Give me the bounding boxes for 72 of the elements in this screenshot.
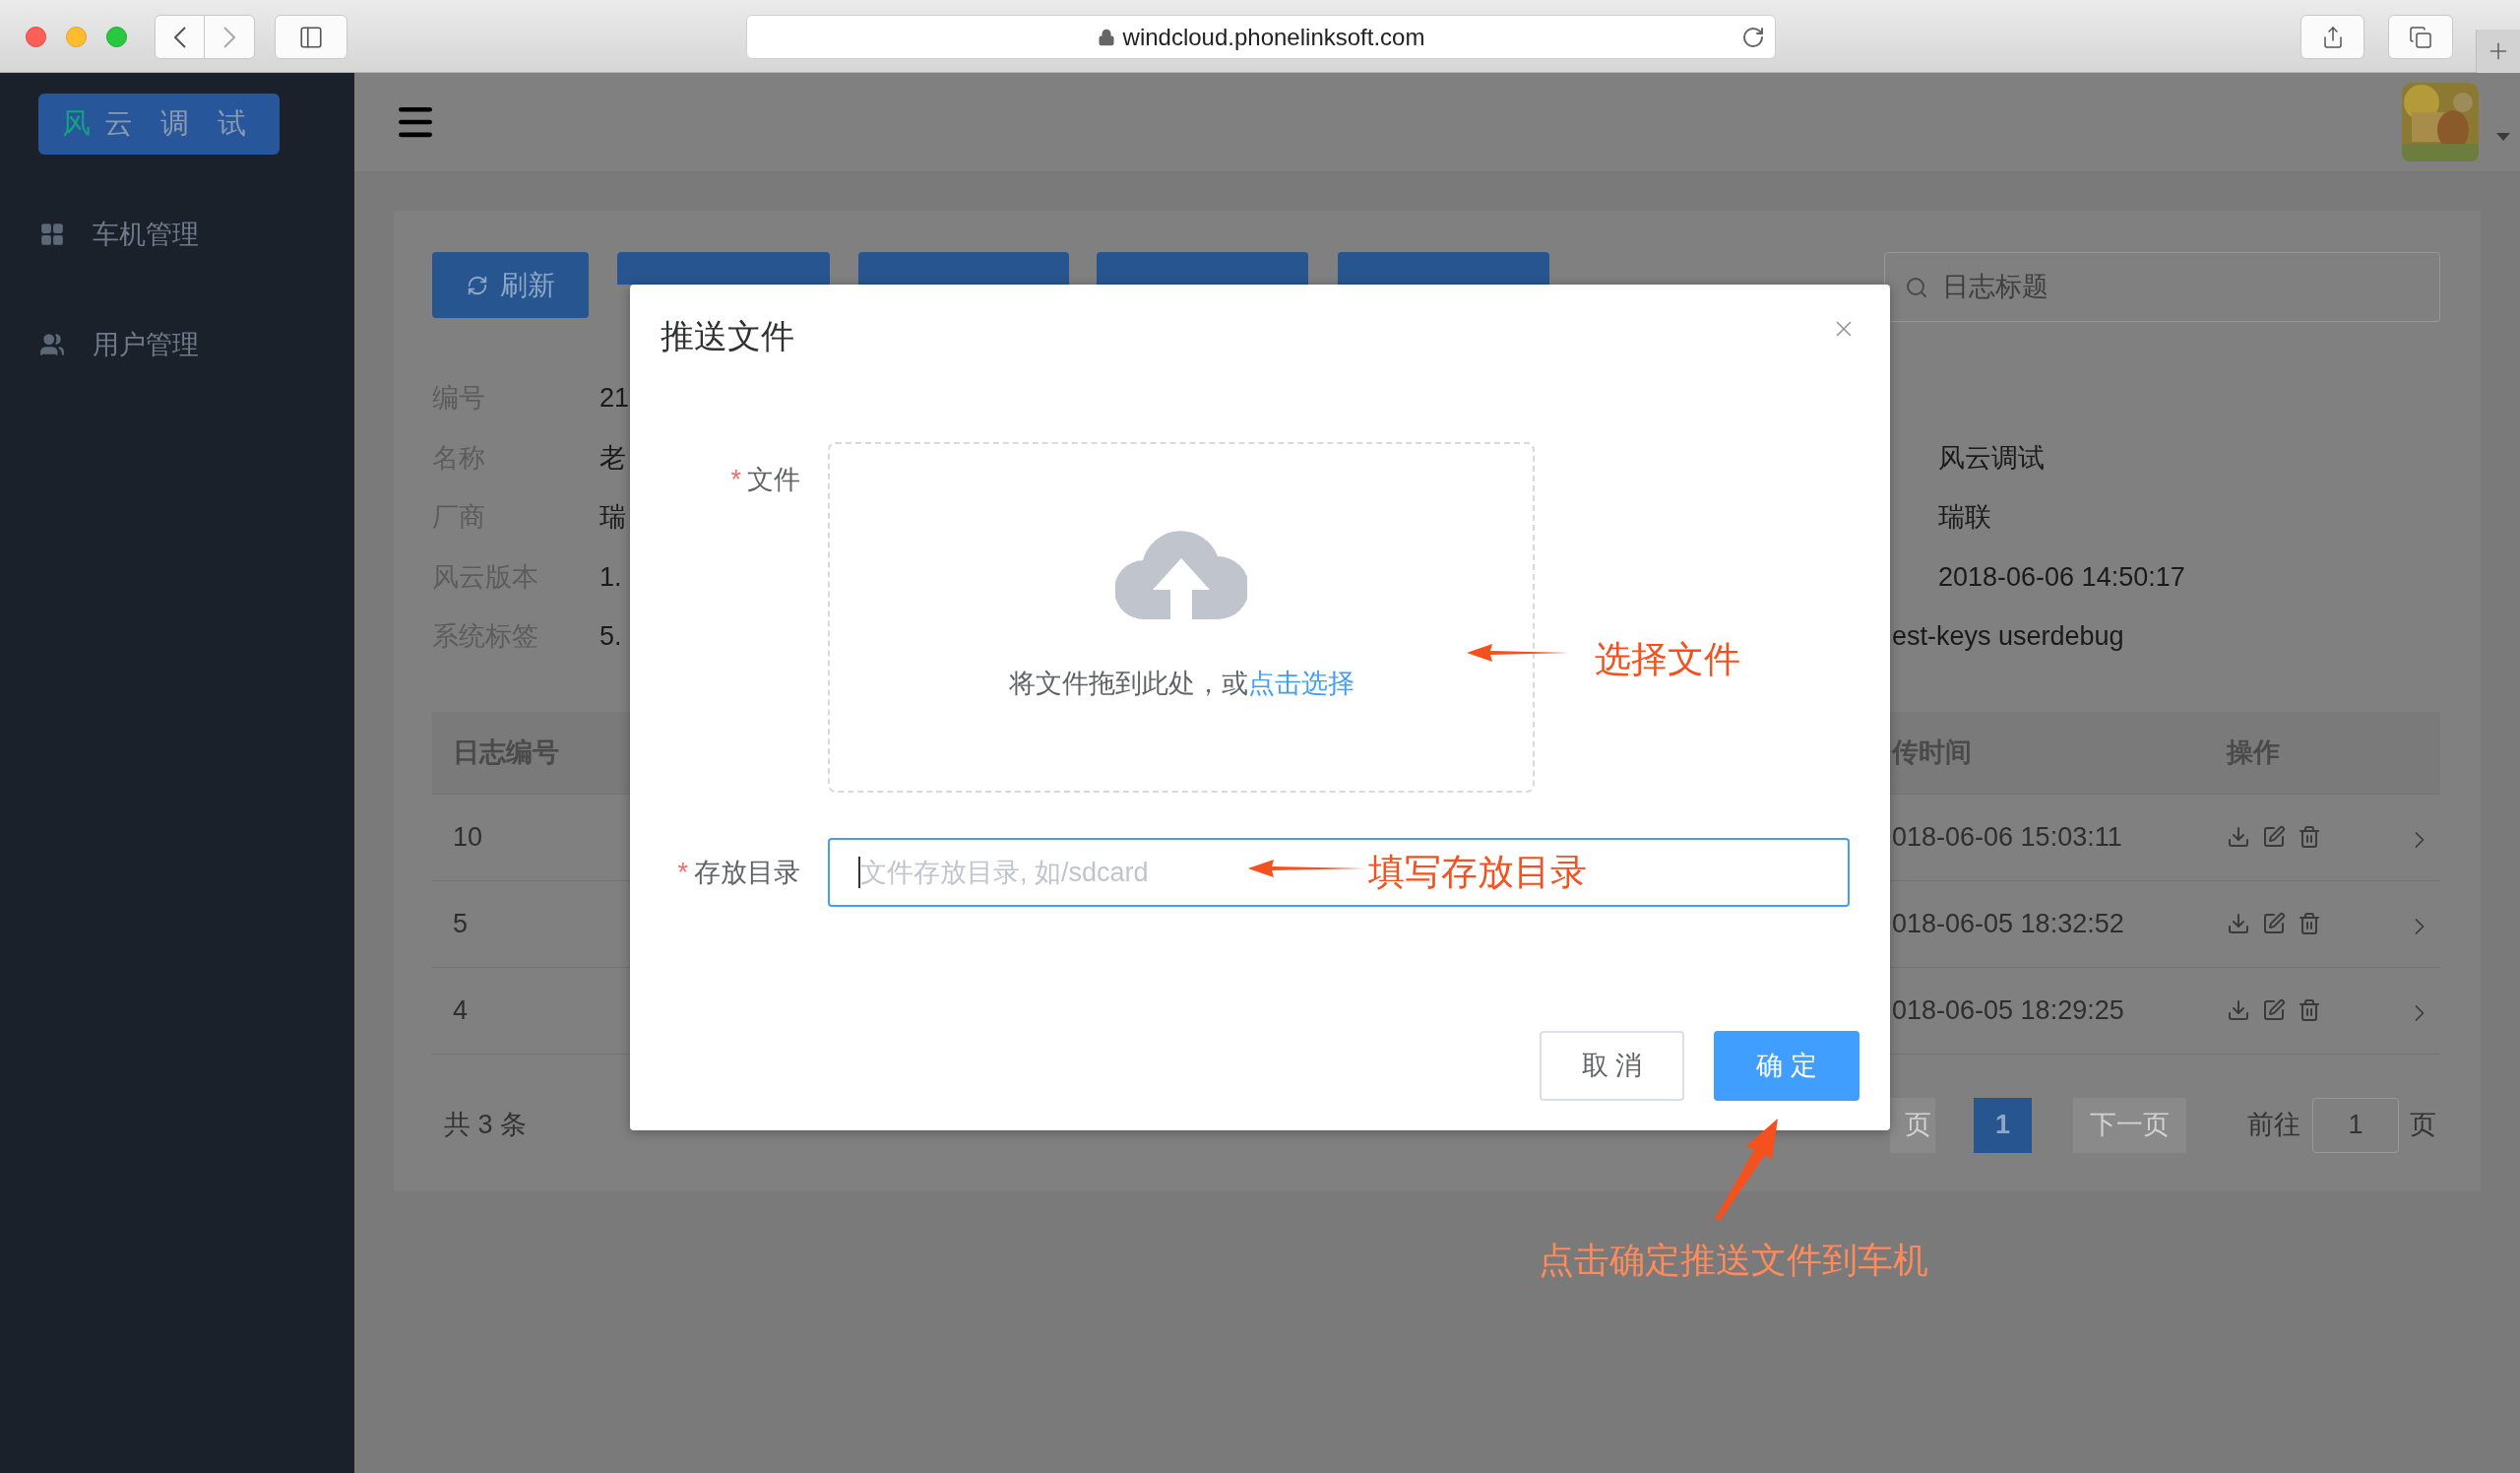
tabs-button[interactable] <box>2388 15 2453 59</box>
cancel-button[interactable]: 取 消 <box>1540 1031 1684 1101</box>
goto-label: 前往 <box>2247 1109 2300 1142</box>
edit-icon[interactable] <box>2262 998 2286 1022</box>
required-mark: * <box>730 464 741 496</box>
page-number-field[interactable]: 1 <box>2312 1097 2399 1153</box>
page-suffix: 页 <box>2410 1109 2436 1142</box>
field-label: 文件 <box>747 464 800 496</box>
refresh-button[interactable]: 刷新 <box>432 252 589 318</box>
logo-text-accent: 风 <box>62 106 92 142</box>
field-label: 存放目录 <box>694 856 800 889</box>
url-text: windcloud.phonelinksoft.com <box>1122 22 1425 52</box>
edit-icon[interactable] <box>2262 825 2286 849</box>
page-button[interactable]: 1 <box>1974 1097 2032 1153</box>
trash-icon[interactable] <box>2298 998 2321 1022</box>
search-field[interactable]: 日志标题 <box>1884 252 2440 322</box>
lock-icon <box>1097 28 1115 46</box>
address-bar[interactable]: windcloud.phonelinksoft.com <box>746 15 1776 59</box>
info-value: 风云调试 <box>1938 441 2045 475</box>
total-count: 共 3 条 <box>444 1110 528 1140</box>
users-icon <box>39 332 65 357</box>
sidebar-item[interactable]: 车机管理 <box>0 179 354 289</box>
tabs-icon <box>2409 25 2432 49</box>
search-icon <box>1905 275 1928 299</box>
table-cell-text: 018-06-05 18:32:52 <box>1892 907 2124 940</box>
logo-text: 云 调 试 <box>104 106 256 142</box>
download-icon[interactable] <box>2227 825 2250 849</box>
table-cell-text: 10 <box>452 820 483 854</box>
previous-page-button[interactable]: 页 <box>1890 1097 1935 1153</box>
info-value: 瑞联 <box>1938 501 1991 534</box>
sidebar-icon <box>298 24 324 50</box>
download-icon[interactable] <box>2227 998 2250 1022</box>
next-page-button[interactable]: 下一页 <box>2073 1097 2186 1153</box>
sidebar-toggle-button[interactable] <box>275 15 347 59</box>
chevron-left-icon <box>173 26 186 48</box>
logo-badge[interactable]: 风 云 调 试 <box>38 94 280 155</box>
info-value: 1. <box>599 560 622 594</box>
dialog-title: 推送文件 <box>661 315 794 356</box>
sidebar-item[interactable]: 用户管理 <box>0 289 354 400</box>
grid-icon <box>39 222 65 247</box>
table-cell-text: 018-06-06 15:03:11 <box>1892 820 2122 854</box>
trash-icon[interactable] <box>2298 912 2321 935</box>
upload-hint: 将文件拖到此处，或点击选择 <box>1008 668 1354 700</box>
refresh-icon <box>466 274 488 296</box>
info-value: est-keys userdebug <box>1892 620 2124 653</box>
annotation-text: 填写存放目录 <box>1368 851 1587 894</box>
caret-icon[interactable] <box>2496 133 2510 141</box>
share-button[interactable] <box>2300 15 2364 59</box>
info-value: 2018-06-06 14:50:17 <box>1938 560 2185 594</box>
required-mark: * <box>677 856 688 889</box>
table-cell-text: 5 <box>452 907 469 940</box>
minimize-window-icon[interactable] <box>66 27 87 47</box>
annotation-text: 选择文件 <box>1595 638 1740 681</box>
annotation-text: 点击确定推送文件到车机 <box>1539 1239 1928 1282</box>
select-file-link[interactable]: 点击选择 <box>1247 669 1354 698</box>
upload-dropzone[interactable]: 将文件拖到此处，或点击选择 <box>828 442 1535 793</box>
confirm-button[interactable]: 确 定 <box>1714 1031 1859 1101</box>
info-value: 5. <box>599 620 622 653</box>
zoom-window-icon[interactable] <box>106 27 127 47</box>
chevron-right-icon <box>223 26 235 48</box>
text-cursor <box>858 857 860 888</box>
close-window-icon[interactable] <box>26 27 46 47</box>
table-cell-text: 4 <box>452 993 469 1027</box>
edit-icon[interactable] <box>2262 912 2286 935</box>
download-icon[interactable] <box>2227 912 2250 935</box>
info-value: 老 <box>599 441 626 475</box>
new-tab-button[interactable] <box>2476 30 2520 73</box>
reload-icon[interactable] <box>1741 25 1765 49</box>
info-value: 瑞 <box>599 501 626 534</box>
trash-icon[interactable] <box>2298 825 2321 849</box>
info-value: 21 <box>599 382 630 415</box>
table-cell-text: 018-06-05 18:29:25 <box>1892 993 2124 1027</box>
